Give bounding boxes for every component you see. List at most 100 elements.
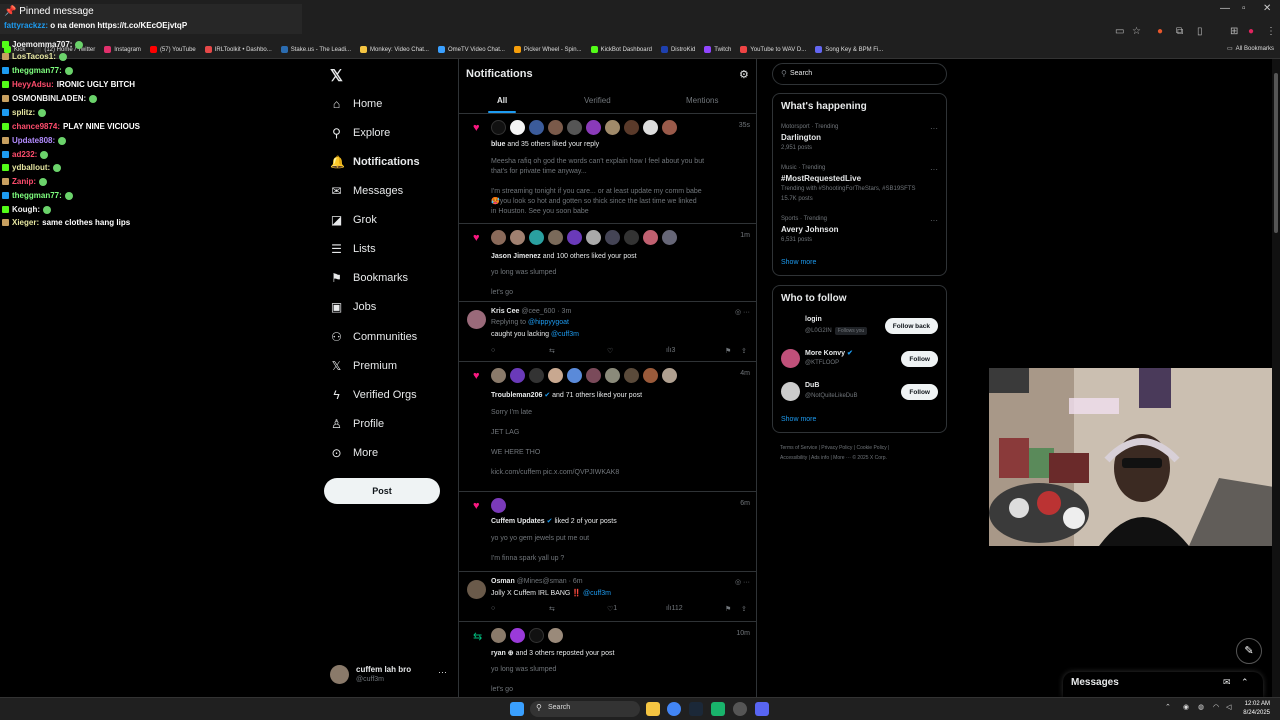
views-icon[interactable]: ılı 3 <box>666 347 675 354</box>
all-bookmarks[interactable]: ▭ All Bookmarks <box>1227 45 1274 53</box>
bookmark-item[interactable]: Monkey: Video Chat... <box>360 46 429 53</box>
notification-item[interactable]: ⇆ 10m ryan ⊕ and 3 others reposted your … <box>459 622 756 697</box>
notification-item[interactable]: ♥ 4m Troubleman206 ✔ and 71 others liked… <box>459 362 756 492</box>
chat-username[interactable]: theggman77: <box>12 191 62 200</box>
app-icon[interactable] <box>711 702 725 716</box>
scrollbar-thumb[interactable] <box>1274 73 1278 233</box>
taskbar-search[interactable]: ⚲ Search <box>530 701 640 717</box>
notification-item[interactable]: ♥ 35s blue and 35 others liked your repl… <box>459 114 756 224</box>
follow-name[interactable]: login <box>805 316 822 323</box>
bookmark-icon[interactable]: ⚑ <box>725 605 731 613</box>
more-dots-icon[interactable]: ··· <box>930 124 938 133</box>
nav-item-notifications[interactable]: 🔔 Notifications <box>330 155 420 169</box>
trend-name[interactable]: #MostRequestedLive <box>781 174 861 183</box>
scrollbar[interactable] <box>1272 59 1280 697</box>
app-icon[interactable] <box>733 702 747 716</box>
search-input[interactable]: ⚲ Search <box>772 63 947 85</box>
maximize-icon[interactable]: ▫ <box>1242 3 1246 14</box>
avatar[interactable] <box>781 317 800 336</box>
tray-chevron-icon[interactable]: ⌃ <box>1165 703 1171 711</box>
chat-username[interactable]: Xieger: <box>12 218 39 227</box>
chat-username[interactable]: HeyyAdsu: <box>12 80 54 89</box>
nav-item-grok[interactable]: ◪ Grok <box>330 213 377 227</box>
post-button[interactable]: Post <box>324 478 440 504</box>
chevron-up-icon[interactable]: ⌃ <box>1241 677 1249 688</box>
bookmark-item[interactable]: KickBot Dashboard <box>590 46 652 53</box>
avatar[interactable] <box>467 310 486 329</box>
chat-username[interactable]: ad232: <box>12 150 37 159</box>
discord-icon[interactable] <box>755 702 769 716</box>
nav-item-profile[interactable]: ♙ Profile <box>330 417 384 431</box>
menu-icon[interactable]: ⋮ <box>1266 26 1276 37</box>
more-dots-icon[interactable]: ··· <box>930 216 938 225</box>
share-icon[interactable]: ⇪ <box>741 605 747 613</box>
like-icon[interactable]: ♡ <box>607 347 613 355</box>
file-explorer-icon[interactable] <box>646 702 660 716</box>
nav-item-more[interactable]: ⊙ More <box>330 446 378 460</box>
chat-username[interactable]: Joemomma707: <box>12 40 72 49</box>
chat-username[interactable]: OSMONBINLADEN: <box>12 94 86 103</box>
wifi-icon[interactable]: ◠ <box>1213 703 1219 711</box>
chat-username[interactable]: Update808: <box>12 136 55 145</box>
puzzle-icon[interactable]: ⧉ <box>1176 26 1183 37</box>
trend-name[interactable]: Avery Johnson <box>781 225 839 234</box>
nav-item-communities[interactable]: ⚇ Communities <box>330 330 417 344</box>
bookmark-item[interactable]: IRLToolkit • Dashbo... <box>204 46 272 53</box>
chat-username[interactable]: chance9874: <box>12 122 60 131</box>
follow-button[interactable]: Follow <box>901 384 938 400</box>
new-message-icon[interactable]: ✉ <box>1223 677 1231 688</box>
tab-verified[interactable]: Verified <box>584 96 611 105</box>
account-switcher[interactable]: cuffem lah bro @cuff3m ··· <box>330 663 450 685</box>
nav-item-home[interactable]: ⌂ Home <box>330 97 382 111</box>
bookmark-item[interactable]: Song Key & BPM Fi... <box>815 46 883 53</box>
chat-username[interactable]: Zanip: <box>12 177 36 186</box>
chat-username[interactable]: theggman77: <box>12 66 62 75</box>
avatar[interactable] <box>781 349 800 368</box>
minimize-icon[interactable]: — <box>1220 3 1230 14</box>
tray-icon[interactable]: ◉ <box>1183 703 1189 711</box>
volume-icon[interactable]: ◁ <box>1226 703 1231 711</box>
views-icon[interactable]: ılı 112 <box>666 605 683 612</box>
grok-icon[interactable]: ◎ ··· <box>735 308 750 316</box>
nav-item-verified-orgs[interactable]: ϟ Verified Orgs <box>330 388 416 402</box>
bookmark-item[interactable]: (57) YouTube <box>149 46 196 53</box>
compose-message-icon[interactable]: ✎ <box>1236 638 1262 664</box>
nav-item-explore[interactable]: ⚲ Explore <box>330 126 390 140</box>
profile-icon[interactable]: ● <box>1248 26 1254 37</box>
follow-name[interactable]: More Konvy ✔ <box>805 349 853 357</box>
extension-icon[interactable]: ● <box>1157 26 1163 37</box>
chat-username[interactable]: splitz: <box>12 108 35 117</box>
bookmark-item[interactable]: OmeTV Video Chat... <box>437 46 505 53</box>
more-dots-icon[interactable]: ··· <box>930 165 938 174</box>
avatar[interactable] <box>467 580 486 599</box>
gear-icon[interactable]: ⚙ <box>739 68 749 81</box>
bookmark-icon[interactable]: ⚑ <box>725 347 731 355</box>
cast-icon[interactable]: ▭ <box>1115 26 1124 37</box>
show-more-link[interactable]: Show more <box>781 416 816 423</box>
close-icon[interactable]: ✕ <box>1263 3 1271 14</box>
reply-post[interactable]: Kris Cee @cee_600 · 3m ◎ ··· Replying to… <box>459 302 756 362</box>
chat-username[interactable]: Kough: <box>12 205 40 214</box>
x-logo-icon[interactable]: 𝕏 <box>330 66 343 86</box>
tab-all[interactable]: All <box>497 96 507 105</box>
mention-post[interactable]: Osman @Mines@sman · 6m ◎ ··· Jolly X Cuf… <box>459 572 756 622</box>
notification-item[interactable]: ♥ 1m Jason Jimenez and 100 others liked … <box>459 224 756 302</box>
star-icon[interactable]: ☆ <box>1132 26 1141 37</box>
more-dots-icon[interactable]: ··· <box>438 667 447 677</box>
start-icon[interactable] <box>510 702 524 716</box>
grok-icon[interactable]: ◎ ··· <box>735 578 750 586</box>
follow-button[interactable]: Follow <box>901 351 938 367</box>
bookmark-item[interactable]: Picker Wheel - Spin... <box>513 46 582 53</box>
nav-item-lists[interactable]: ☰ Lists <box>330 242 376 256</box>
reply-icon[interactable]: ○ <box>491 347 495 354</box>
bookmark-item[interactable]: DistroKid <box>660 46 695 53</box>
footer-links[interactable]: Terms of Service | Privacy Policy | Cook… <box>780 443 940 463</box>
nav-item-messages[interactable]: ✉ Messages <box>330 184 403 198</box>
tray-icon[interactable]: ◍ <box>1198 703 1204 711</box>
chat-username[interactable]: LosTacos1: <box>12 52 56 61</box>
bookmark-item[interactable]: Instagram <box>104 46 141 53</box>
apps-icon[interactable]: ⊞ <box>1230 26 1238 37</box>
repost-icon[interactable]: ⇆ <box>549 605 555 613</box>
nav-item-jobs[interactable]: ▣ Jobs <box>330 300 376 314</box>
show-more-link[interactable]: Show more <box>781 259 816 266</box>
